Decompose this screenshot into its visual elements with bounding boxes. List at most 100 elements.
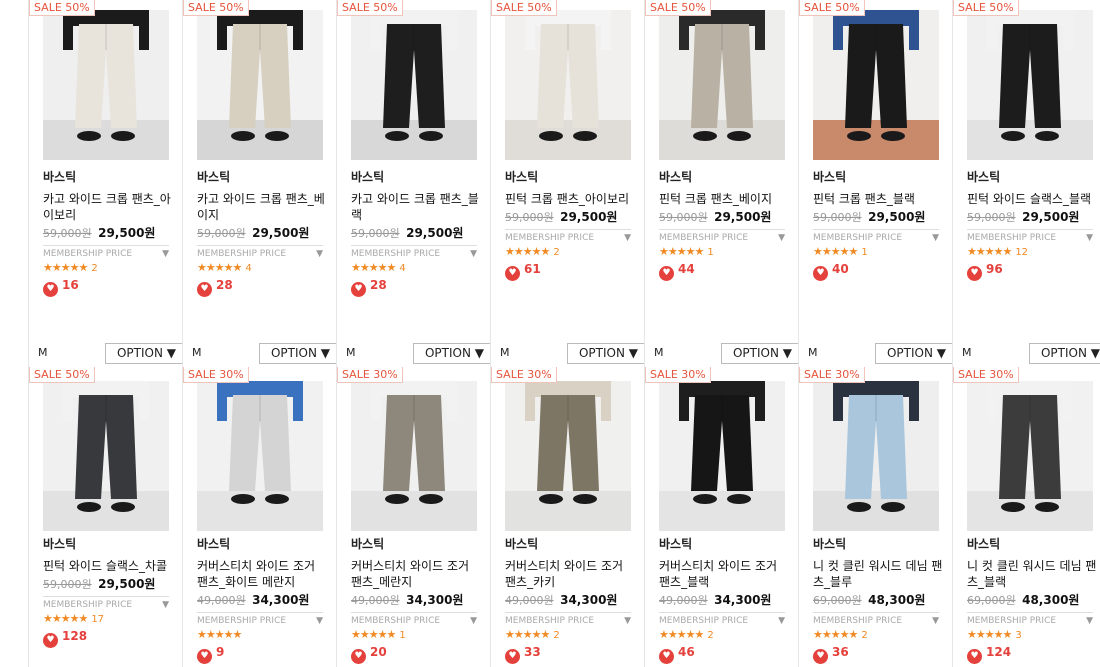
- product-name[interactable]: 니 컷 클린 워시드 데님 팬츠_블랙: [967, 558, 1097, 590]
- brand-name[interactable]: 바스틱: [197, 535, 327, 552]
- membership-price-toggle[interactable]: MEMBERSHIP PRICE ▼: [505, 229, 631, 243]
- brand-name[interactable]: 바스틱: [967, 535, 1097, 552]
- membership-price-toggle[interactable]: MEMBERSHIP PRICE ▼: [813, 612, 939, 626]
- brand-name[interactable]: 바스틱: [197, 168, 327, 185]
- heart-icon[interactable]: ♥: [351, 282, 366, 297]
- heart-icon[interactable]: ♥: [43, 282, 58, 297]
- product-name[interactable]: 핀턱 와이드 슬랙스_블랙: [967, 191, 1097, 207]
- product-card[interactable]: SALE 50% 바스틱 핀턱 크롭 팬츠_아이보리 59,000원 29,50…: [490, 0, 645, 367]
- brand-name[interactable]: 바스틱: [813, 168, 943, 185]
- product-image[interactable]: [197, 381, 323, 531]
- product-card[interactable]: SALE 50% 바스틱 핀턱 와이드 슬랙스_블랙 59,000원 29,50…: [952, 0, 1100, 367]
- heart-icon[interactable]: ♥: [967, 649, 982, 664]
- heart-icon[interactable]: ♥: [197, 649, 212, 664]
- product-name[interactable]: 카고 와이드 크롭 팬츠_베이지: [197, 191, 327, 223]
- like-count[interactable]: ♥ 40: [813, 262, 943, 281]
- product-image[interactable]: [505, 10, 631, 160]
- product-card[interactable]: SALE 30% 바스틱 니 컷 클린 워시드 데님 팬츠_블랙 69,000원…: [952, 367, 1100, 667]
- membership-price-toggle[interactable]: MEMBERSHIP PRICE ▼: [197, 612, 323, 626]
- like-count[interactable]: ♥ 20: [351, 645, 481, 664]
- membership-price-toggle[interactable]: MEMBERSHIP PRICE ▼: [505, 612, 631, 626]
- membership-price-toggle[interactable]: MEMBERSHIP PRICE ▼: [813, 229, 939, 243]
- brand-name[interactable]: 바스틱: [351, 168, 481, 185]
- product-name[interactable]: 커버스티치 와이드 조거 팬츠_블랙: [659, 558, 789, 590]
- option-button[interactable]: OPTION ▼: [259, 343, 337, 364]
- membership-price-toggle[interactable]: MEMBERSHIP PRICE ▼: [659, 612, 785, 626]
- brand-name[interactable]: 바스틱: [43, 168, 173, 185]
- membership-price-toggle[interactable]: MEMBERSHIP PRICE ▼: [659, 229, 785, 243]
- product-card[interactable]: SALE 50% 바스틱 카고 와이드 크롭 팬츠_아이보리 59,000원 2…: [28, 0, 183, 367]
- product-name[interactable]: 니 컷 클린 워시드 데님 팬츠_블루: [813, 558, 943, 590]
- membership-price-toggle[interactable]: MEMBERSHIP PRICE ▼: [197, 245, 323, 259]
- product-card[interactable]: SALE 50% 바스틱 핀턱 크롭 팬츠_블랙 59,000원 29,500원…: [798, 0, 953, 367]
- product-card[interactable]: SALE 50% 바스틱 카고 와이드 크롭 팬츠_블랙 59,000원 29,…: [336, 0, 491, 367]
- heart-icon[interactable]: ♥: [43, 633, 58, 648]
- option-button[interactable]: OPTION ▼: [1029, 343, 1100, 364]
- like-count[interactable]: ♥ 96: [967, 262, 1097, 281]
- product-card[interactable]: SALE 50% 바스틱 핀턱 와이드 슬랙스_차콜 59,000원 29,50…: [28, 367, 182, 667]
- product-image[interactable]: [967, 381, 1093, 531]
- product-name[interactable]: 커버스티치 와이드 조거 팬츠_화이트 메란지: [197, 558, 327, 590]
- product-card[interactable]: SALE 30% 바스틱 커버스티치 와이드 조거 팬츠_화이트 메란지 49,…: [182, 367, 336, 667]
- brand-name[interactable]: 바스틱: [505, 535, 635, 552]
- product-name[interactable]: 핀턱 크롭 팬츠_블랙: [813, 191, 943, 207]
- like-count[interactable]: ♥ 44: [659, 262, 789, 281]
- product-name[interactable]: 카고 와이드 크롭 팬츠_블랙: [351, 191, 481, 223]
- like-count[interactable]: ♥ 36: [813, 645, 943, 664]
- product-card[interactable]: SALE 50% 바스틱 핀턱 크롭 팬츠_베이지 59,000원 29,500…: [644, 0, 799, 367]
- product-image[interactable]: [813, 381, 939, 531]
- option-button[interactable]: OPTION ▼: [105, 343, 183, 364]
- product-image[interactable]: [659, 381, 785, 531]
- membership-price-toggle[interactable]: MEMBERSHIP PRICE ▼: [351, 245, 477, 259]
- product-image[interactable]: [813, 10, 939, 160]
- brand-name[interactable]: 바스틱: [351, 535, 481, 552]
- membership-price-toggle[interactable]: MEMBERSHIP PRICE ▼: [967, 612, 1093, 626]
- brand-name[interactable]: 바스틱: [659, 168, 789, 185]
- heart-icon[interactable]: ♥: [967, 266, 982, 281]
- product-name[interactable]: 핀턱 크롭 팬츠_아이보리: [505, 191, 635, 207]
- heart-icon[interactable]: ♥: [813, 649, 828, 664]
- membership-price-toggle[interactable]: MEMBERSHIP PRICE ▼: [967, 229, 1093, 243]
- like-count[interactable]: ♥ 61: [505, 262, 635, 281]
- product-image[interactable]: [43, 381, 169, 531]
- brand-name[interactable]: 바스틱: [967, 168, 1097, 185]
- product-name[interactable]: 커버스티치 와이드 조거 팬츠_카키: [505, 558, 635, 590]
- product-card[interactable]: SALE 30% 바스틱 커버스티치 와이드 조거 팬츠_카키 49,000원 …: [490, 367, 644, 667]
- option-button[interactable]: OPTION ▼: [413, 343, 491, 364]
- like-count[interactable]: ♥ 128: [43, 629, 173, 648]
- like-count[interactable]: ♥ 16: [43, 278, 173, 297]
- product-name[interactable]: 핀턱 와이드 슬랙스_차콜: [43, 558, 173, 574]
- heart-icon[interactable]: ♥: [197, 282, 212, 297]
- product-image[interactable]: [351, 381, 477, 531]
- brand-name[interactable]: 바스틱: [659, 535, 789, 552]
- product-image[interactable]: [659, 10, 785, 160]
- brand-name[interactable]: 바스틱: [43, 535, 173, 552]
- heart-icon[interactable]: ♥: [659, 266, 674, 281]
- like-count[interactable]: ♥ 33: [505, 645, 635, 664]
- heart-icon[interactable]: ♥: [813, 266, 828, 281]
- product-name[interactable]: 카고 와이드 크롭 팬츠_아이보리: [43, 191, 173, 223]
- heart-icon[interactable]: ♥: [351, 649, 366, 664]
- option-button[interactable]: OPTION ▼: [721, 343, 799, 364]
- like-count[interactable]: ♥ 124: [967, 645, 1097, 664]
- heart-icon[interactable]: ♥: [659, 649, 674, 664]
- product-card[interactable]: SALE 30% 바스틱 커버스티치 와이드 조거 팬츠_메란지 49,000원…: [336, 367, 490, 667]
- brand-name[interactable]: 바스틱: [813, 535, 943, 552]
- option-button[interactable]: OPTION ▼: [875, 343, 953, 364]
- membership-price-toggle[interactable]: MEMBERSHIP PRICE ▼: [43, 245, 169, 259]
- product-image[interactable]: [351, 10, 477, 160]
- product-card[interactable]: SALE 50% 바스틱 카고 와이드 크롭 팬츠_베이지 59,000원 29…: [182, 0, 337, 367]
- like-count[interactable]: ♥ 9: [197, 645, 327, 664]
- membership-price-toggle[interactable]: MEMBERSHIP PRICE ▼: [351, 612, 477, 626]
- heart-icon[interactable]: ♥: [505, 649, 520, 664]
- product-image[interactable]: [505, 381, 631, 531]
- product-name[interactable]: 핀턱 크롭 팬츠_베이지: [659, 191, 789, 207]
- heart-icon[interactable]: ♥: [505, 266, 520, 281]
- product-image[interactable]: [967, 10, 1093, 160]
- product-image[interactable]: [43, 10, 169, 160]
- product-card[interactable]: SALE 30% 바스틱 커버스티치 와이드 조거 팬츠_블랙 49,000원 …: [644, 367, 798, 667]
- membership-price-toggle[interactable]: MEMBERSHIP PRICE ▼: [43, 596, 169, 610]
- product-name[interactable]: 커버스티치 와이드 조거 팬츠_메란지: [351, 558, 481, 590]
- brand-name[interactable]: 바스틱: [505, 168, 635, 185]
- like-count[interactable]: ♥ 28: [197, 278, 327, 297]
